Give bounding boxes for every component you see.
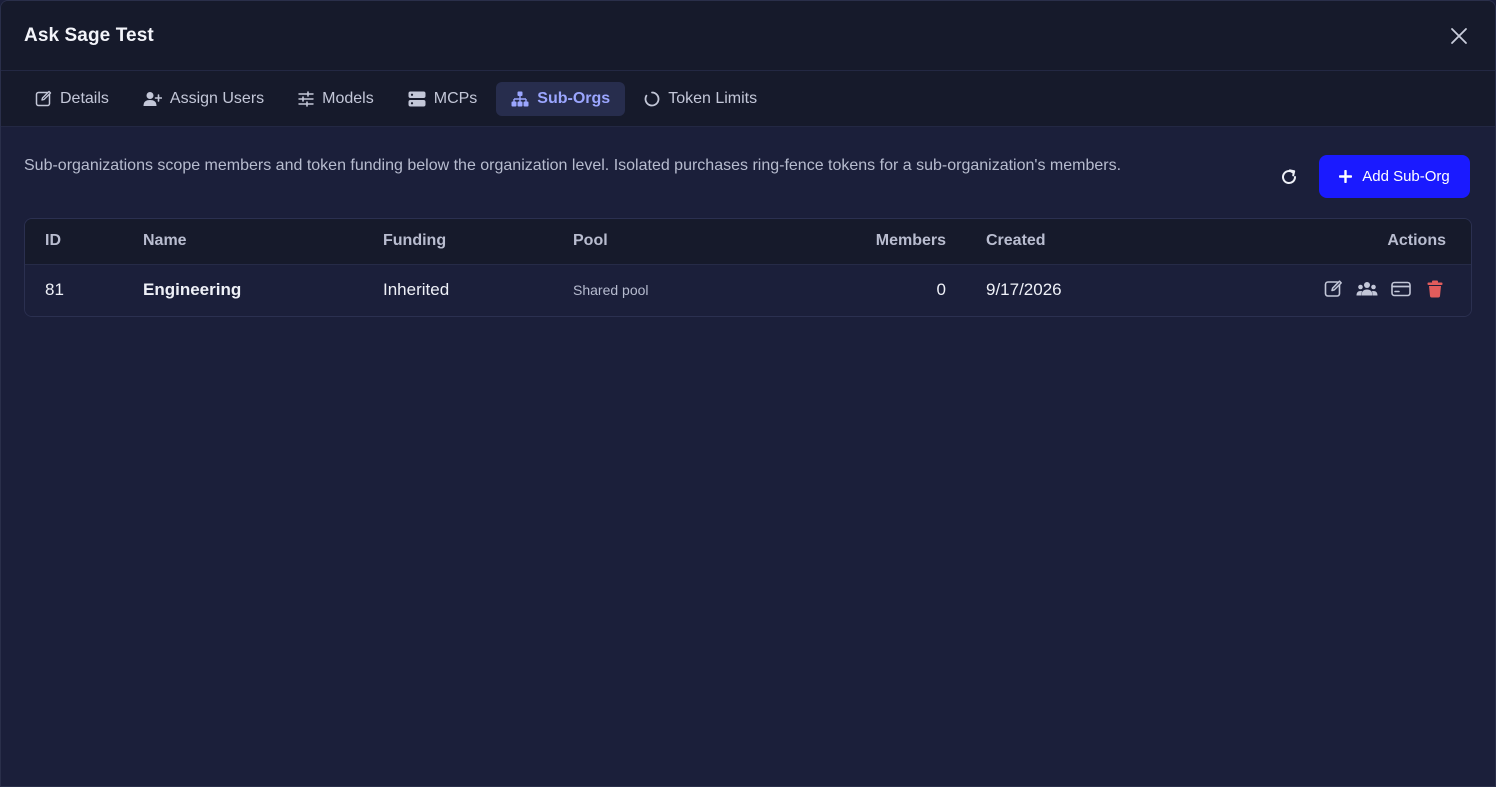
- sub-orgs-panel: Sub-organizations scope members and toke…: [1, 127, 1495, 317]
- tab-label: MCPs: [433, 89, 478, 107]
- close-icon: [1451, 27, 1467, 44]
- column-header-created: Created: [986, 232, 1046, 250]
- tab-label: Details: [60, 89, 109, 107]
- table-row: 81 Engineering Inherited Shared pool 0 9…: [25, 264, 1471, 316]
- cell-name: Engineering: [143, 280, 242, 300]
- edit-icon: [1324, 280, 1342, 297]
- tab-label: Sub-Orgs: [537, 89, 611, 107]
- tab-token-limits[interactable]: Token Limits: [629, 82, 772, 116]
- sliders-icon: [298, 90, 314, 107]
- sub-orgs-modal: Ask Sage Test Details Assign Users Model…: [0, 0, 1496, 787]
- edit-icon: [35, 90, 52, 107]
- cell-id: 81: [45, 280, 64, 300]
- tab-mcps[interactable]: MCPs: [393, 82, 493, 116]
- refresh-button[interactable]: [1277, 165, 1301, 189]
- cell-pool: Shared pool: [573, 282, 649, 299]
- sub-orgs-table: ID Name Funding Pool Members Created Act…: [24, 218, 1472, 317]
- credit-card-icon: [1391, 281, 1411, 296]
- modal-header: Ask Sage Test: [1, 1, 1495, 71]
- toolbar-actions: Add Sub-Org: [1277, 155, 1470, 198]
- cell-members: 0: [936, 280, 946, 300]
- tab-assign-users[interactable]: Assign Users: [128, 82, 279, 116]
- tab-sub-orgs[interactable]: Sub-Orgs: [496, 81, 626, 116]
- column-header-funding: Funding: [383, 232, 447, 250]
- column-header-id: ID: [45, 232, 61, 250]
- modal-title: Ask Sage Test: [24, 24, 154, 46]
- edit-sub-org-button[interactable]: [1322, 278, 1344, 300]
- manage-members-button[interactable]: [1356, 278, 1378, 300]
- column-header-pool: Pool: [573, 232, 608, 250]
- user-plus-icon: [143, 91, 162, 106]
- add-sub-org-label: Add Sub-Org: [1362, 168, 1450, 185]
- close-button[interactable]: [1447, 24, 1471, 48]
- users-icon: [1356, 281, 1378, 295]
- table-header-row: ID Name Funding Pool Members Created Act…: [25, 219, 1471, 264]
- add-sub-org-button[interactable]: Add Sub-Org: [1319, 155, 1470, 198]
- sub-orgs-description: Sub-organizations scope members and toke…: [24, 157, 1122, 174]
- server-icon: [408, 91, 426, 106]
- circle-notch-icon: [644, 91, 660, 106]
- tab-label: Token Limits: [668, 89, 758, 107]
- funding-button[interactable]: [1390, 278, 1412, 300]
- tab-details[interactable]: Details: [20, 82, 124, 116]
- column-header-name: Name: [143, 232, 187, 250]
- cell-funding: Inherited: [383, 280, 450, 300]
- hierarchy-icon: [511, 91, 529, 106]
- tab-models[interactable]: Models: [283, 82, 389, 116]
- tab-label: Assign Users: [169, 89, 265, 107]
- tab-label: Models: [322, 89, 374, 107]
- column-header-members: Members: [875, 232, 946, 250]
- plus-icon: [1339, 170, 1353, 183]
- delete-sub-org-button[interactable]: [1424, 278, 1446, 300]
- cell-created: 9/17/2026: [986, 280, 1062, 300]
- refresh-icon: [1282, 168, 1297, 184]
- column-header-actions: Actions: [1387, 232, 1446, 250]
- cell-actions: [1175, 264, 1471, 316]
- panel-toolbar: Sub-organizations scope members and toke…: [24, 153, 1470, 198]
- tab-bar: Details Assign Users Models MCPs Sub-Org…: [1, 71, 1495, 127]
- trash-icon: [1427, 280, 1443, 297]
